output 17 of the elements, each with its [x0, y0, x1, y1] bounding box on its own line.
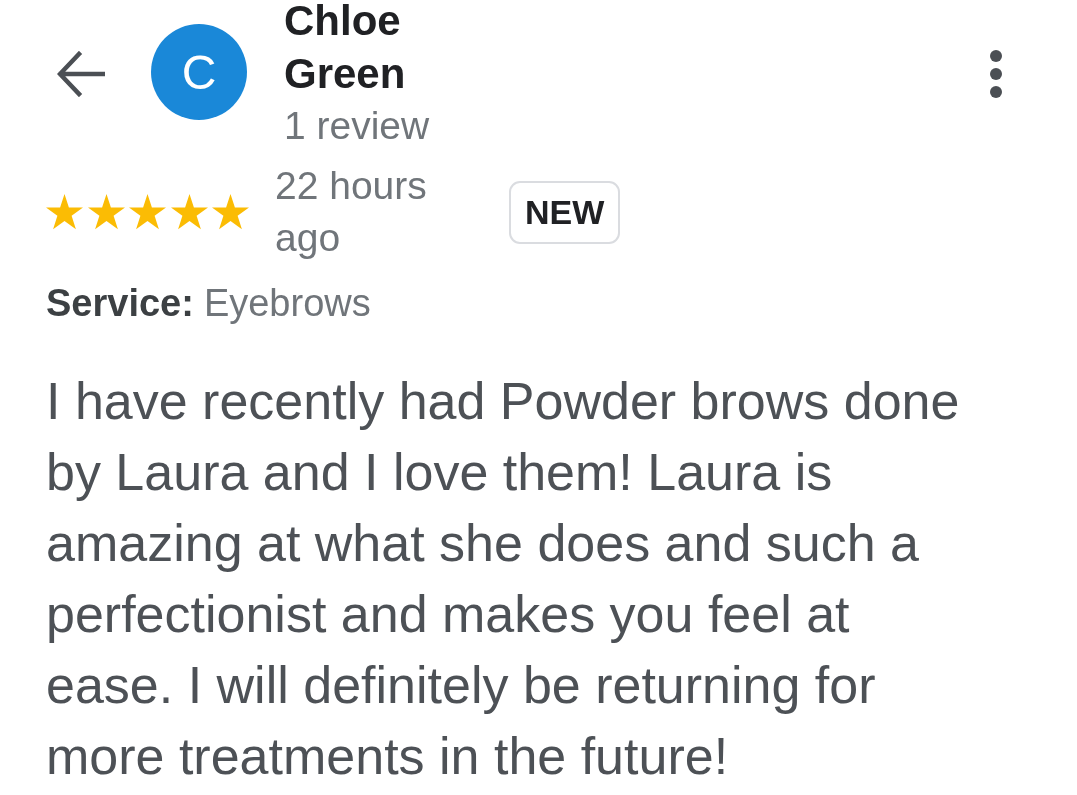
star-icon [129, 194, 166, 230]
review-text: I have recently had Powder brows done by Laura and I love them! Laura is amazing at what she does and such a perfectionist and makes you feel at ease. I will definitely be returning for more treatments in the future! [46, 371, 961, 787]
new-badge: NEW [509, 180, 621, 244]
more-options-button[interactable] [987, 50, 1005, 98]
star-icon [46, 194, 83, 230]
arrow-left-icon [57, 51, 105, 97]
reviewer-name: Chloe Green [284, 0, 407, 99]
star-icon [170, 194, 208, 230]
back-button[interactable] [57, 51, 105, 97]
avatar: C [151, 24, 247, 120]
review-count: 1 review [284, 103, 431, 149]
star-icon [87, 194, 125, 230]
service-value: Eyebrows [203, 282, 371, 324]
review-time: 22 hours ago [275, 163, 428, 261]
service-label: Service: [46, 282, 194, 324]
star-icon [212, 194, 249, 230]
vertical-dots-icon [987, 50, 1005, 98]
